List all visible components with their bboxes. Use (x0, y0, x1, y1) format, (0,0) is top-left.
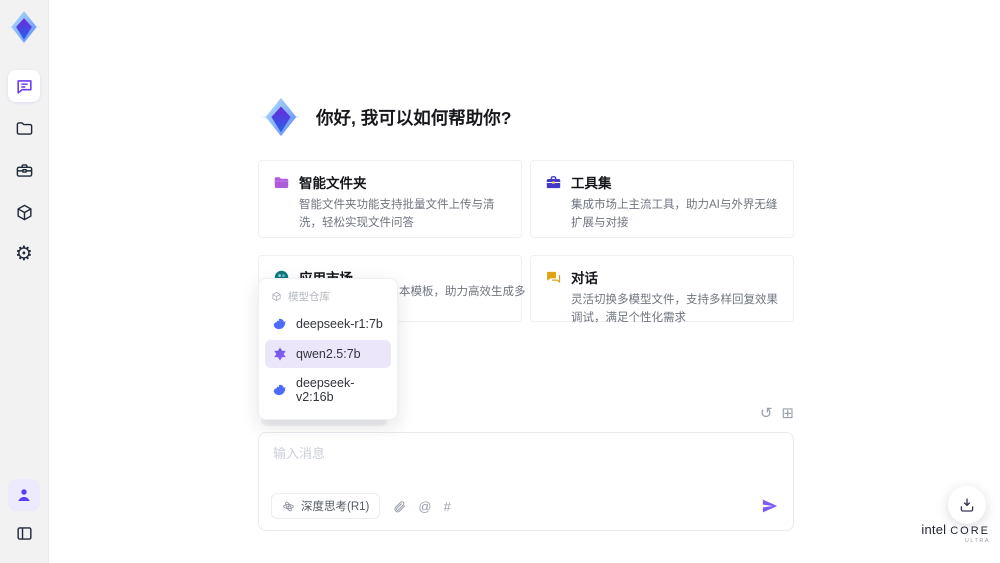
card-title: 智能文件夹 (299, 176, 367, 191)
card-dialog[interactable]: 对话 灵活切换多模型文件，支持多样回复效果调试，满足个性化需求 (530, 255, 794, 324)
chat-bubble-icon (545, 269, 562, 286)
sidebar-item-tools[interactable] (8, 154, 40, 186)
download-icon (958, 496, 976, 514)
card-title: 工具集 (571, 176, 612, 191)
composer-icons: @ # (393, 500, 451, 513)
sidebar-item-account[interactable] (8, 479, 40, 511)
sidebar-item-settings[interactable]: ⚙ (8, 238, 40, 270)
settings-gear-icon: ⚙ (15, 243, 33, 265)
sidebar-footer (8, 479, 40, 549)
download-button[interactable] (948, 486, 986, 524)
deep-think-toggle[interactable]: 深度思考(R1) (271, 493, 381, 519)
qwen-star-icon (272, 346, 288, 362)
intel-logo-text: intel (921, 522, 947, 537)
intel-core-text: CORE (950, 525, 990, 537)
sidebar: ⚙ (0, 0, 49, 563)
greeting-logo (258, 94, 304, 140)
model-option-label: deepseek-r1:7b (296, 317, 383, 331)
user-icon (15, 486, 33, 504)
card-toolset[interactable]: 工具集 集成市场上主流工具，助力AI与外界无缝扩展与对接 (530, 160, 794, 238)
sidebar-item-folders[interactable] (8, 112, 40, 144)
atom-icon (282, 500, 295, 513)
card-description-partial: 本模板，助力高效生成多 (399, 286, 526, 298)
hash-icon[interactable]: # (444, 500, 451, 513)
repo-box-icon (271, 291, 282, 302)
card-description: 集成市场上主流工具，助力AI与外界无缝扩展与对接 (571, 199, 778, 229)
model-dropdown-header-label: 模型仓库 (288, 291, 330, 303)
sidebar-nav: ⚙ (8, 70, 40, 270)
folder-icon (15, 119, 34, 138)
chat-icon (15, 77, 34, 96)
cube-icon (15, 203, 34, 222)
intel-ultra-text: ULTRA (964, 538, 990, 544)
greeting: 你好, 我可以如何帮助你? (258, 94, 511, 140)
deep-think-label: 深度思考(R1) (301, 501, 370, 513)
card-description: 灵活切换多模型文件，支持多样回复效果调试，满足个性化需求 (571, 294, 778, 324)
paperclip-icon[interactable] (393, 500, 406, 513)
model-option-qwen[interactable]: qwen2.5:7b (265, 340, 391, 368)
deepseek-whale-icon (272, 382, 288, 398)
card-smart-folder[interactable]: 智能文件夹 智能文件夹功能支持批量文件上传与清洗，轻松实现文件问答 (258, 160, 522, 238)
deepseek-whale-icon (272, 316, 288, 332)
model-option-label: qwen2.5:7b (296, 347, 361, 361)
composer-toolbar: 深度思考(R1) @ # (271, 493, 779, 519)
message-input[interactable] (273, 443, 773, 481)
greeting-title: 你好, 我可以如何帮助你? (316, 107, 512, 128)
sidebar-item-models[interactable] (8, 196, 40, 228)
history-icon[interactable]: ↺ (760, 406, 773, 421)
model-option-label: deepseek-v2:16b (296, 376, 355, 404)
briefcase-icon (545, 174, 562, 191)
card-title: 对话 (571, 271, 598, 286)
toolbox-icon (15, 161, 34, 180)
purple-folder-icon (273, 174, 290, 191)
panel-layout-icon (15, 524, 34, 543)
model-dropdown: 模型仓库 deepseek-r1:7b qwen2.5:7b deepseek-… (258, 278, 398, 420)
chat-actions: ↺ ⊞ (760, 406, 794, 421)
intel-core-badge: intel CORE ULTRA (921, 522, 990, 544)
message-composer: 深度思考(R1) @ # (258, 432, 794, 531)
at-icon[interactable]: @ (418, 500, 431, 513)
model-option-deepseek-r1[interactable]: deepseek-r1:7b (265, 310, 391, 338)
app-logo (5, 8, 43, 46)
send-icon[interactable] (761, 497, 779, 515)
sidebar-item-chat[interactable] (8, 70, 40, 102)
model-dropdown-header: 模型仓库 (259, 284, 397, 308)
sidebar-item-panel-toggle[interactable] (8, 517, 40, 549)
card-description: 智能文件夹功能支持批量文件上传与清洗，轻松实现文件问答 (299, 199, 495, 229)
model-option-deepseek-v2[interactable]: deepseek-v2:16b (265, 370, 391, 410)
new-chat-icon[interactable]: ⊞ (781, 406, 794, 421)
